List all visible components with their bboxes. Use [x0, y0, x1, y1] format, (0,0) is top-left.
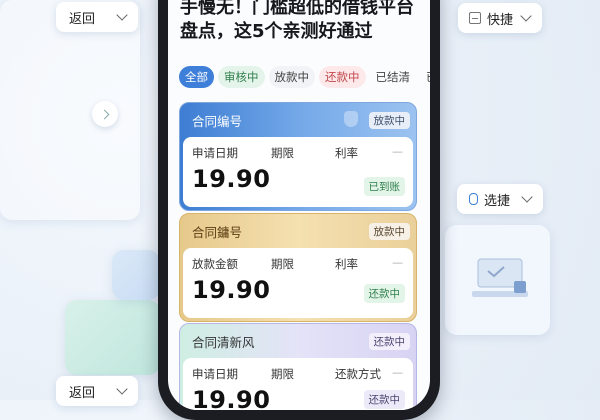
loan-amount: 19.90 — [192, 276, 271, 304]
label-repay-method: 还款方式 — [335, 367, 381, 381]
card-status-badge: 放款中 — [368, 223, 410, 240]
back-button-top[interactable]: 返回 — [56, 2, 138, 32]
select-button[interactable]: 选捷 — [457, 184, 543, 214]
back-button-bottom[interactable]: 返回 — [56, 376, 138, 406]
tab-all[interactable]: 全部 — [179, 66, 214, 88]
label-term: 期限 — [271, 367, 294, 381]
chevron-right-icon — [99, 109, 109, 119]
chevron-down-icon — [116, 383, 128, 395]
contract-card[interactable]: 合同鏞号 放款中 放款金额 期限 利率 — 19.90 还款中 — [179, 213, 417, 322]
card-title: 合同编号 — [192, 113, 243, 129]
select-label: 选捷 — [484, 193, 511, 209]
label-term: 期限 — [271, 146, 294, 160]
back-label: 返回 — [69, 11, 96, 27]
chevron-down-icon — [521, 191, 533, 203]
status-badge: 还款中 — [363, 284, 405, 303]
phone-frame: 手慢无！门槛超低的借钱平台 盘点，这5个亲测好通过 全部 审核中 放款中 还款中… — [158, 0, 440, 420]
title-line-1: 手慢无！门槛超低的借钱平台 — [180, 0, 414, 18]
tab-settled[interactable]: 已结清 — [370, 66, 417, 88]
tab-repaying[interactable]: 还款中 — [319, 66, 366, 88]
chevron-down-icon — [520, 10, 532, 22]
square-minus-icon — [469, 12, 481, 24]
label-rate: 利率 — [335, 146, 358, 160]
label-apply-date: 申请日期 — [192, 146, 238, 160]
card-status-badge: 还款中 — [368, 333, 410, 350]
quick-select-button[interactable]: 快捷 — [458, 3, 542, 33]
dash-placeholder: — — [392, 145, 403, 158]
card-title: 合同鏞号 — [192, 224, 243, 240]
label-term: 期限 — [271, 257, 294, 271]
tab-disbursing[interactable]: 放款中 — [268, 66, 315, 88]
status-tabs: 全部 审核中 放款中 还款中 已结清 已逾期 — [179, 66, 430, 88]
label-apply-date: 申请日期 — [192, 367, 238, 381]
chevron-down-icon — [116, 9, 128, 21]
next-arrow-button[interactable] — [92, 101, 118, 127]
title-line-2: 盘点，这5个亲测好通过 — [180, 21, 373, 42]
tab-overdue[interactable]: 已逾期 — [420, 66, 430, 88]
quick-label: 快捷 — [487, 12, 514, 28]
contract-card[interactable]: 合同清新风 还款中 申请日期 期限 还款方式 — 19.90 还款中 — [179, 323, 417, 410]
dash-placeholder: — — [392, 366, 403, 379]
bg-panel-left — [0, 0, 140, 220]
loan-amount: 19.90 — [192, 386, 271, 410]
label-rate: 利率 — [335, 257, 358, 271]
tab-reviewing[interactable]: 审核中 — [218, 66, 265, 88]
contract-card[interactable]: 合同编号 放款中 申请日期 期限 利率 — 19.90 已到账 — [179, 102, 417, 211]
bg-panel-blue — [112, 250, 160, 300]
back-label: 返回 — [69, 385, 96, 401]
status-badge: 已到账 — [363, 177, 405, 196]
card-status-badge: 放款中 — [368, 112, 410, 129]
bg-panel-teal — [65, 300, 160, 375]
shield-icon — [344, 111, 358, 127]
loan-amount: 19.90 — [192, 165, 271, 193]
mic-icon — [469, 193, 478, 205]
dash-placeholder: — — [392, 256, 403, 269]
card-title: 合同清新风 — [192, 334, 255, 350]
computer-illustration-icon — [470, 255, 530, 305]
label-disbursed-amount: 放款金额 — [192, 257, 238, 271]
page-title: 手慢无！门槛超低的借钱平台 盘点，这5个亲测好通过 — [180, 0, 430, 44]
phone-screen: 手慢无！门槛超低的借钱平台 盘点，这5个亲测好通过 全部 审核中 放款中 还款中… — [168, 0, 430, 410]
